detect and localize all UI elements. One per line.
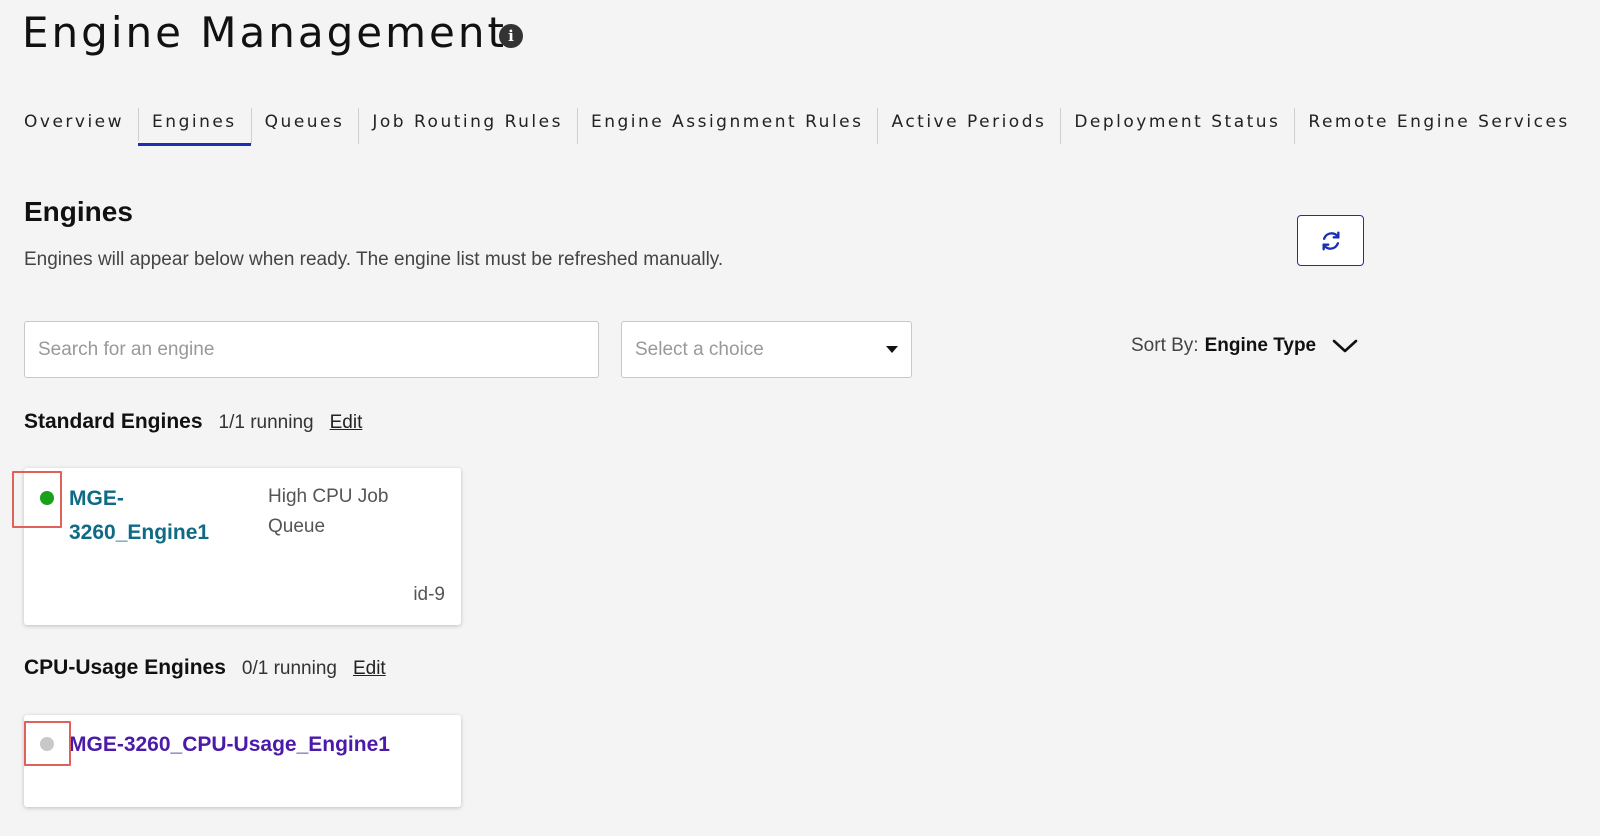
sort-label: Sort By: bbox=[1131, 335, 1199, 356]
tab-engines[interactable]: Engines bbox=[138, 100, 251, 146]
group-name: CPU-Usage Engines bbox=[24, 656, 226, 679]
tab-engine-assignment-rules[interactable]: Engine Assignment Rules bbox=[576, 100, 878, 146]
tab-overview[interactable]: Overview bbox=[10, 100, 138, 146]
group-running-count: 1/1 running bbox=[218, 412, 314, 433]
engine-id: id-9 bbox=[413, 584, 445, 605]
tab-remote-engine-services[interactable]: Remote Engine Services bbox=[1294, 100, 1583, 146]
engine-queue-line2: Queue bbox=[268, 516, 326, 537]
tab-queues[interactable]: Queues bbox=[250, 100, 359, 146]
engine-name-link[interactable]: MGE-3260_CPU-Usage_Engine1 bbox=[69, 728, 390, 762]
section-title: Engines bbox=[24, 196, 133, 227]
highlight-box bbox=[24, 721, 71, 766]
choice-select[interactable]: Select a choice bbox=[621, 321, 912, 378]
refresh-button[interactable] bbox=[1297, 215, 1364, 266]
caret-down-icon bbox=[886, 346, 898, 353]
group-name: Standard Engines bbox=[24, 410, 203, 433]
edit-link[interactable]: Edit bbox=[330, 412, 363, 434]
group-running-count: 0/1 running bbox=[241, 658, 337, 679]
highlight-box bbox=[12, 471, 62, 528]
sort-value: Engine Type bbox=[1204, 335, 1317, 356]
engine-card[interactable]: MGE- 3260_Engine1 High CPU Job Queue id-… bbox=[24, 468, 461, 625]
edit-link[interactable]: Edit bbox=[353, 658, 386, 680]
search-input[interactable] bbox=[24, 321, 599, 378]
tab-deployment-status[interactable]: Deployment Status bbox=[1060, 100, 1294, 146]
engine-queue-line1: High CPU Job bbox=[268, 486, 389, 507]
page-title: Engine Management bbox=[22, 8, 507, 57]
group-header-cpu-usage: CPU-Usage Engines 0/1 running Edit bbox=[24, 656, 386, 680]
engine-name-line2: 3260_Engine1 bbox=[69, 521, 210, 544]
engine-queue: High CPU Job Queue bbox=[268, 482, 388, 542]
chevron-down-icon bbox=[1332, 339, 1358, 353]
engine-name-link[interactable]: MGE- 3260_Engine1 bbox=[69, 482, 209, 550]
select-value: Select a choice bbox=[635, 338, 764, 360]
engine-name-line1: MGE- bbox=[69, 487, 124, 510]
sort-by-control[interactable]: Sort By: Engine Type bbox=[1131, 335, 1358, 357]
refresh-icon bbox=[1321, 231, 1340, 250]
tab-active-periods[interactable]: Active Periods bbox=[877, 100, 1060, 146]
engine-card[interactable]: MGE-3260_CPU-Usage_Engine1 bbox=[24, 715, 461, 807]
tab-job-routing-rules[interactable]: Job Routing Rules bbox=[358, 100, 577, 146]
tab-bar: Overview Engines Queues Job Routing Rule… bbox=[10, 100, 1584, 146]
group-header-standard: Standard Engines 1/1 running Edit bbox=[24, 410, 362, 434]
section-description: Engines will appear below when ready. Th… bbox=[24, 249, 724, 270]
info-icon[interactable]: i bbox=[499, 24, 523, 48]
